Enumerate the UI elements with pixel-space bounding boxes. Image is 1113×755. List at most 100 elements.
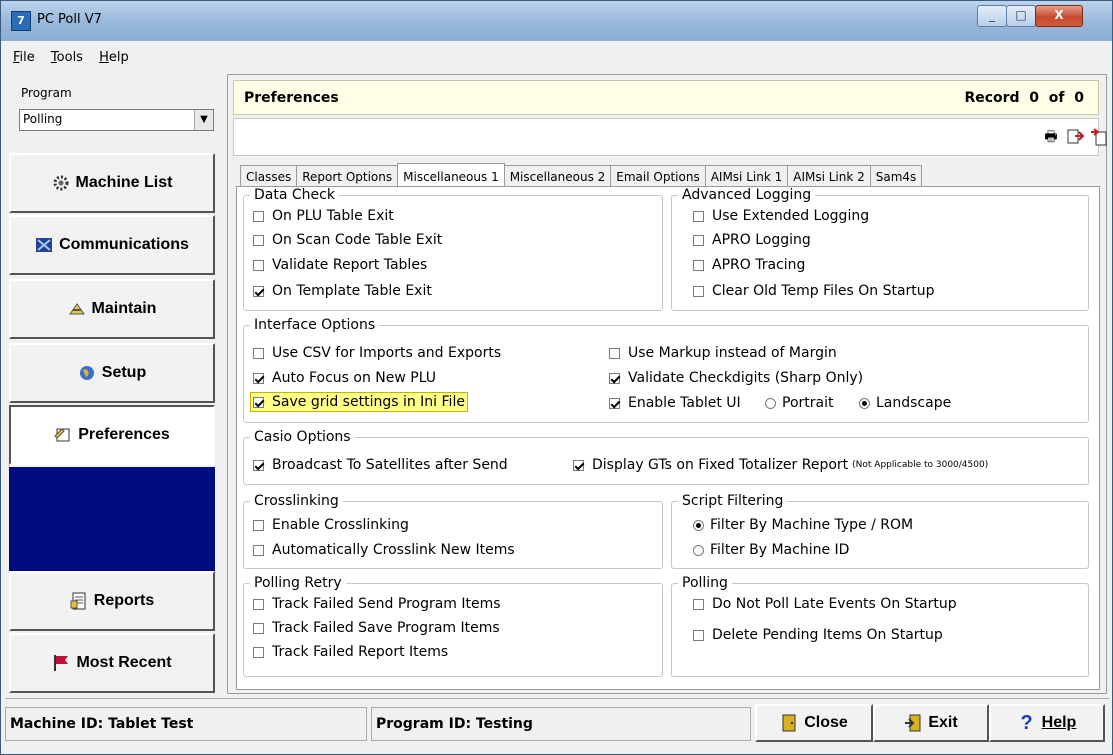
checkbox-box[interactable] — [253, 372, 264, 384]
tab-miscellaneous-1[interactable]: Miscellaneous 1 — [397, 163, 505, 188]
checkbox-track-failed-send[interactable]: Track Failed Send Program Items — [253, 596, 501, 612]
group-title: Script Filtering — [682, 493, 784, 509]
export-icon[interactable] — [1066, 128, 1085, 146]
checkbox-box[interactable] — [693, 629, 704, 641]
nav-setup[interactable]: Setup — [9, 343, 215, 403]
checkbox-track-failed-save[interactable]: Track Failed Save Program Items — [253, 620, 500, 636]
minimize-button[interactable]: _ — [977, 5, 1007, 27]
print-icon[interactable]: 🖶 — [1042, 128, 1060, 146]
checkbox-track-failed-report[interactable]: Track Failed Report Items — [253, 644, 448, 660]
checkbox-use-markup[interactable]: Use Markup instead of Margin — [609, 345, 837, 361]
checkbox-box[interactable] — [253, 598, 264, 610]
menu-help[interactable]: Help — [93, 46, 135, 69]
close-window-button[interactable]: X — [1035, 5, 1083, 27]
group-title: Advanced Logging — [682, 187, 812, 203]
checkbox-enable-crosslinking[interactable]: Enable Crosslinking — [253, 517, 409, 533]
radio-landscape[interactable]: Landscape — [859, 395, 951, 411]
nav-communications[interactable]: Communications — [9, 215, 215, 275]
checkbox-auto-crosslink[interactable]: Automatically Crosslink New Items — [253, 542, 515, 558]
checkbox-box[interactable] — [573, 459, 584, 471]
nav-machine-list[interactable]: Machine List — [9, 153, 215, 213]
checkbox-box[interactable] — [253, 210, 264, 222]
nav-label: Setup — [101, 364, 147, 381]
radio-button[interactable] — [693, 519, 704, 531]
checkbox-box[interactable] — [253, 396, 264, 408]
checkbox-on-scan-code-table-exit[interactable]: On Scan Code Table Exit — [253, 232, 442, 248]
checkbox-box[interactable] — [693, 234, 704, 246]
checkbox-box[interactable] — [609, 372, 620, 384]
nav-preferences[interactable]: Preferences — [9, 405, 215, 465]
radio-button[interactable] — [859, 397, 870, 409]
tab-strip: Classes Report Options Miscellaneous 1 Misc… — [240, 163, 923, 188]
toolbar: 🖶 — [233, 118, 1107, 156]
tab-aimsi-link-2[interactable]: AIMsi Link 2 — [787, 165, 871, 188]
tab-report-options[interactable]: Report Options — [296, 165, 399, 188]
checkbox-box[interactable] — [253, 544, 264, 556]
checkbox-auto-focus-new-plu[interactable]: Auto Focus on New PLU — [253, 370, 436, 386]
checkbox-do-not-poll-late-events[interactable]: Do Not Poll Late Events On Startup — [693, 596, 957, 612]
sidebar-spacer — [9, 467, 215, 571]
close-button[interactable]: Close — [755, 704, 873, 742]
checkbox-validate-checkdigits[interactable]: Validate Checkdigits (Sharp Only) — [609, 370, 863, 386]
help-button[interactable]: ? Help — [989, 704, 1105, 742]
radio-portrait[interactable]: Portrait — [765, 395, 833, 411]
nav-most-recent[interactable]: Most Recent — [9, 633, 215, 693]
radio-button[interactable] — [693, 544, 704, 556]
group-title: Data Check — [254, 187, 335, 203]
checkbox-box[interactable] — [253, 285, 264, 297]
import-icon[interactable] — [1090, 128, 1108, 146]
checkbox-broadcast-to-satellites[interactable]: Broadcast To Satellites after Send — [253, 457, 508, 473]
checkbox-clear-old-temp-files[interactable]: Clear Old Temp Files On Startup — [693, 283, 935, 299]
tab-aimsi-link-1[interactable]: AIMsi Link 1 — [704, 165, 789, 188]
checkbox-box[interactable] — [609, 347, 620, 359]
checkbox-box[interactable] — [253, 347, 264, 359]
checkbox-box[interactable] — [253, 519, 264, 531]
checkbox-box[interactable] — [253, 234, 264, 246]
chevron-down-icon[interactable]: ▼ — [194, 110, 213, 130]
radio-filter-by-machine-type[interactable]: Filter By Machine Type / ROM — [693, 517, 913, 533]
checkbox-box[interactable] — [693, 259, 704, 271]
tab-sam4s[interactable]: Sam4s — [869, 165, 923, 188]
note-text: (Not Applicable to 3000/4500) — [852, 460, 989, 470]
checkbox-box[interactable] — [693, 285, 704, 297]
nav-reports[interactable]: Reports — [9, 571, 215, 631]
checkbox-enable-tablet-ui[interactable]: Enable Tablet UI — [609, 395, 741, 411]
status-bar: Machine ID: Tablet Test Program ID: Test… — [5, 698, 1109, 749]
checkbox-use-csv[interactable]: Use CSV for Imports and Exports — [253, 345, 501, 361]
maximize-button[interactable]: □ — [1006, 5, 1036, 27]
checkbox-box[interactable] — [609, 397, 620, 409]
tab-content: Data Check On PLU Table Exit On Scan Cod… — [236, 186, 1100, 690]
nav-maintain[interactable]: Maintain — [9, 279, 215, 339]
gear-icon — [52, 174, 70, 192]
group-title: Polling Retry — [254, 575, 342, 591]
checkbox-validate-report-tables[interactable]: Validate Report Tables — [253, 257, 427, 273]
app-icon: 7 — [11, 11, 31, 31]
checkbox-box[interactable] — [253, 459, 264, 471]
checkbox-box[interactable] — [253, 622, 264, 634]
checkbox-use-extended-logging[interactable]: Use Extended Logging — [693, 208, 869, 224]
checkbox-on-template-table-exit[interactable]: On Template Table Exit — [253, 283, 432, 299]
checkbox-display-gts[interactable]: Display GTs on Fixed Totalizer Report (No… — [573, 457, 988, 473]
checkbox-delete-pending-items[interactable]: Delete Pending Items On Startup — [693, 627, 943, 643]
program-select[interactable]: Polling ▼ — [19, 109, 214, 131]
title-bar[interactable]: 7 PC Poll V7 _ □ X — [1, 1, 1112, 41]
radio-filter-by-machine-id[interactable]: Filter By Machine ID — [693, 542, 849, 558]
checkbox-box[interactable] — [253, 259, 264, 271]
radio-button[interactable] — [765, 397, 776, 409]
checkbox-box[interactable] — [693, 210, 704, 222]
menu-tools[interactable]: Tools — [45, 46, 89, 69]
checkbox-box[interactable] — [693, 598, 704, 610]
checkbox-box[interactable] — [253, 646, 264, 658]
tab-miscellaneous-2[interactable]: Miscellaneous 2 — [503, 165, 612, 188]
app-window: 7 PC Poll V7 _ □ X File Tools Help Progr… — [0, 0, 1113, 755]
checkbox-apro-tracing[interactable]: APRO Tracing — [693, 257, 805, 273]
checkbox-apro-logging[interactable]: APRO Logging — [693, 232, 811, 248]
group-title: Casio Options — [254, 429, 351, 445]
checkbox-save-grid-settings[interactable]: Save grid settings in Ini File — [250, 392, 468, 412]
menu-bar: File Tools Help — [7, 46, 1107, 72]
menu-file[interactable]: File — [7, 46, 41, 69]
tab-email-options[interactable]: Email Options — [610, 165, 706, 188]
checkbox-on-plu-table-exit[interactable]: On PLU Table Exit — [253, 208, 394, 224]
exit-button[interactable]: Exit — [873, 704, 989, 742]
tab-classes[interactable]: Classes — [240, 165, 298, 188]
